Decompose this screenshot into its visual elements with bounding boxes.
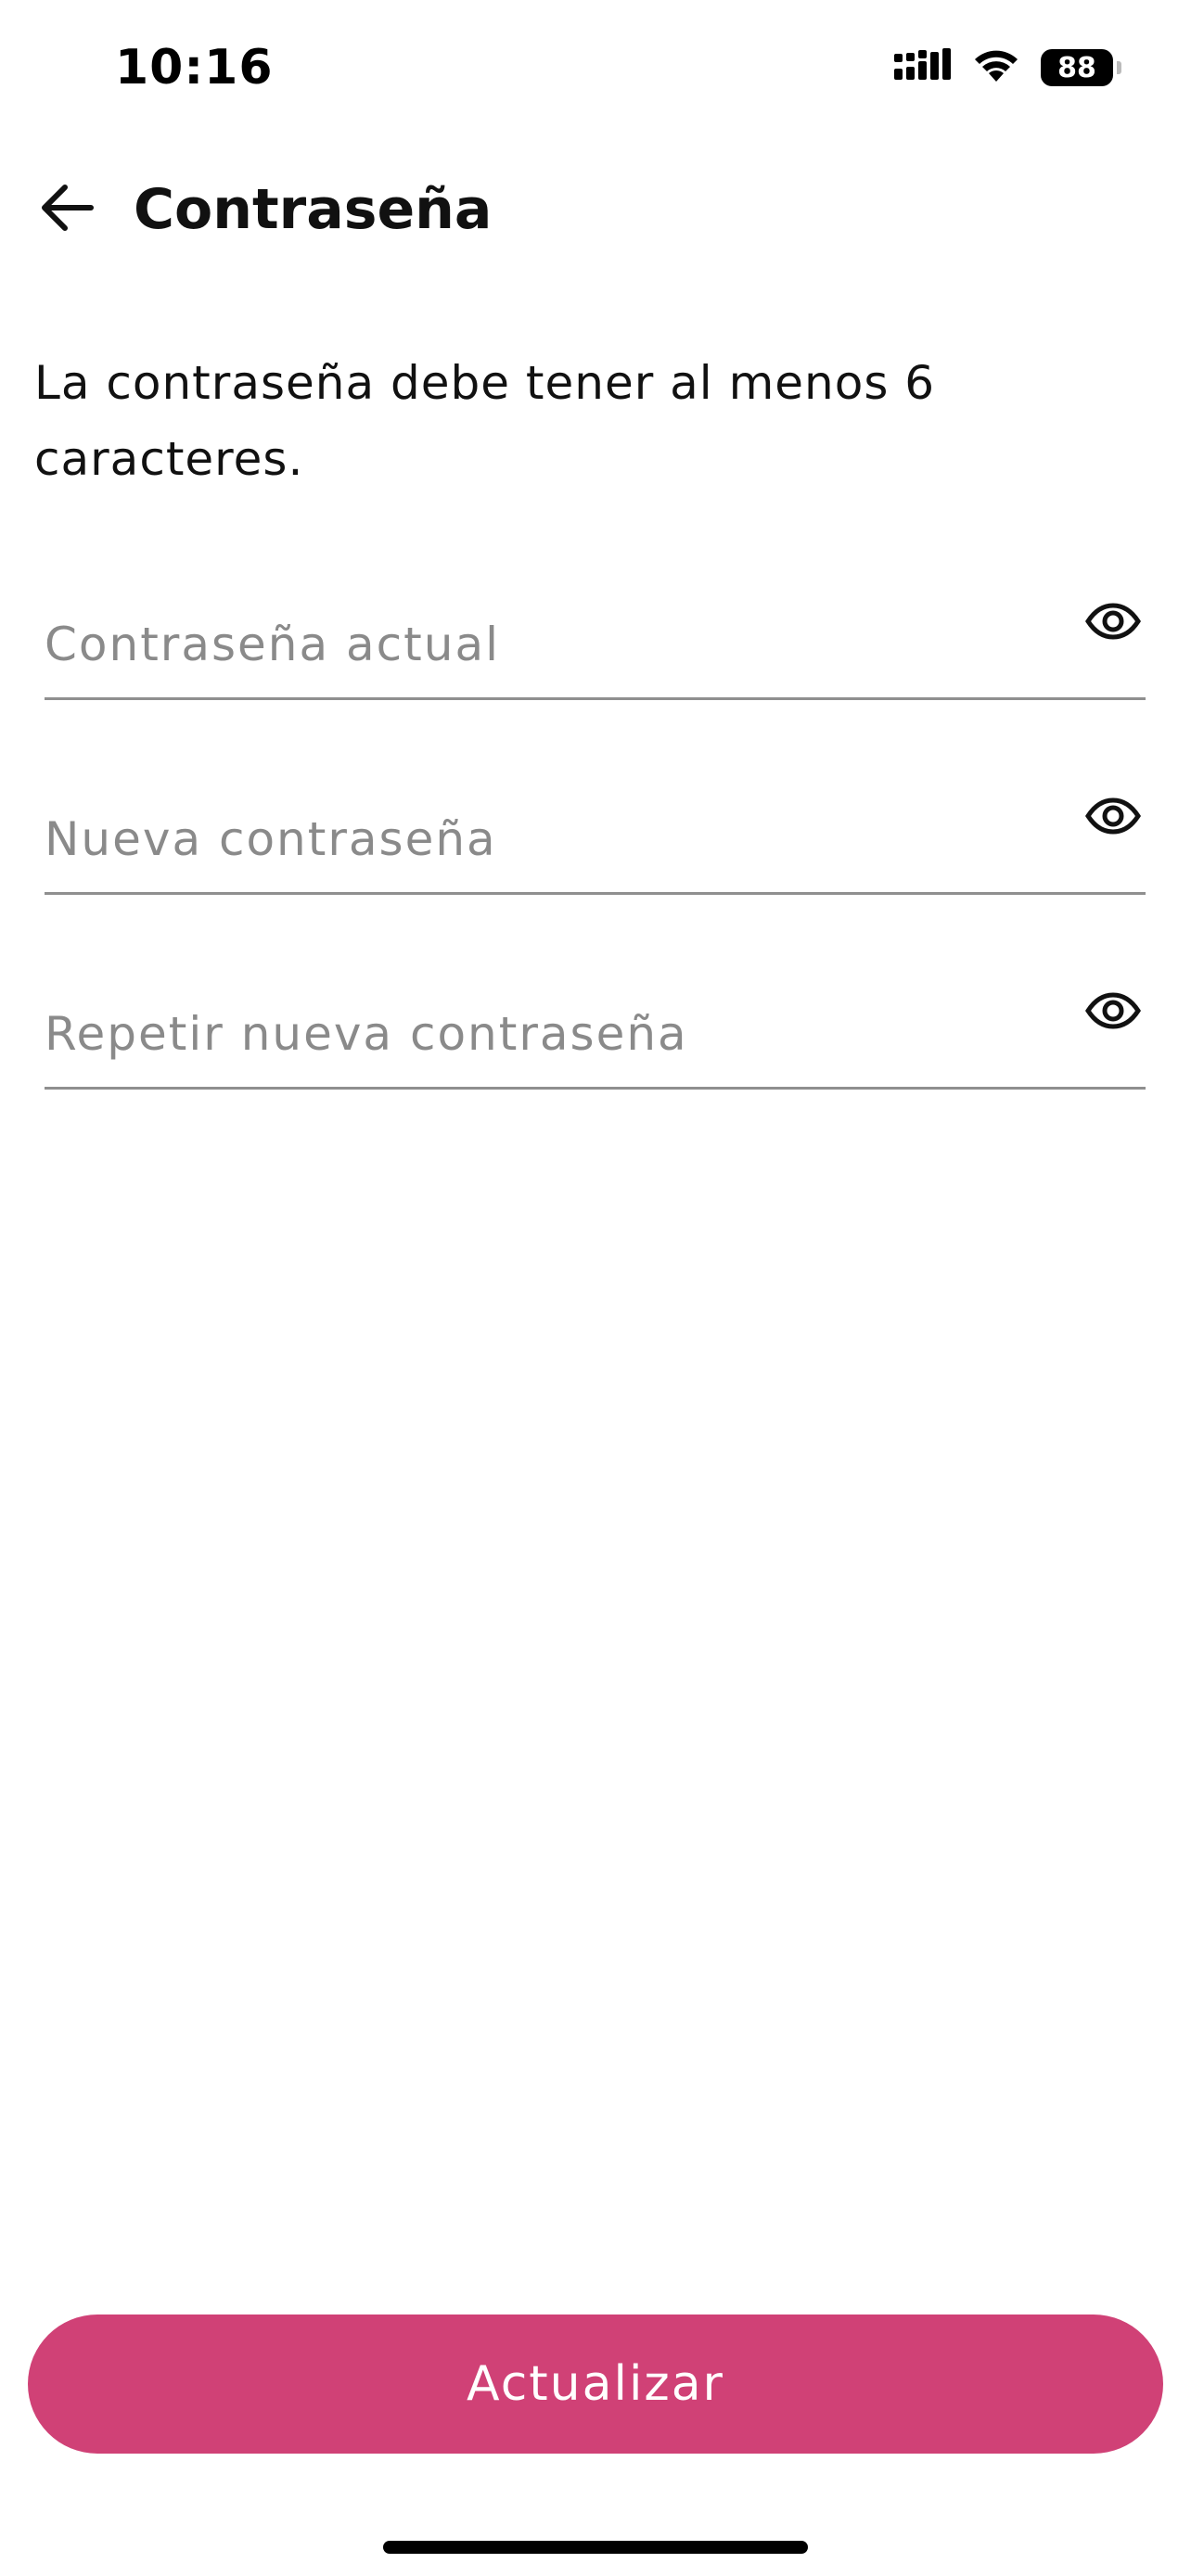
new-password-input[interactable] <box>45 807 1028 872</box>
toggle-visibility-button[interactable] <box>1081 985 1146 1040</box>
header: Contraseña <box>0 158 1191 260</box>
arrow-left-icon <box>39 184 95 236</box>
status-time: 10:16 <box>115 40 274 96</box>
password-requirement-text: La contraseña debe tener al menos 6 cara… <box>34 356 936 486</box>
eye-icon <box>1085 992 1141 1033</box>
repeat-new-password-input[interactable] <box>45 1001 1028 1066</box>
eye-icon <box>1085 797 1141 838</box>
battery-icon: 88 <box>1041 49 1121 86</box>
cellular-signal-icon <box>894 48 952 87</box>
status-bar: 10:16 88 <box>0 0 1191 139</box>
update-button[interactable]: Actualizar <box>28 2315 1163 2454</box>
back-button[interactable] <box>28 171 106 249</box>
status-icons: 88 <box>894 46 1121 89</box>
repeat-new-password-field-container <box>45 985 1146 1090</box>
page-title: Contraseña <box>134 177 493 242</box>
toggle-visibility-button[interactable] <box>1081 790 1146 846</box>
current-password-input[interactable] <box>45 612 1028 677</box>
wifi-icon <box>972 48 1020 87</box>
home-indicator[interactable] <box>383 2541 808 2554</box>
new-password-field-container <box>45 790 1146 895</box>
current-password-field-container <box>45 595 1146 700</box>
toggle-visibility-button[interactable] <box>1081 595 1146 651</box>
battery-level: 88 <box>1057 51 1096 84</box>
battery-tip <box>1117 61 1121 74</box>
eye-icon <box>1085 603 1141 644</box>
